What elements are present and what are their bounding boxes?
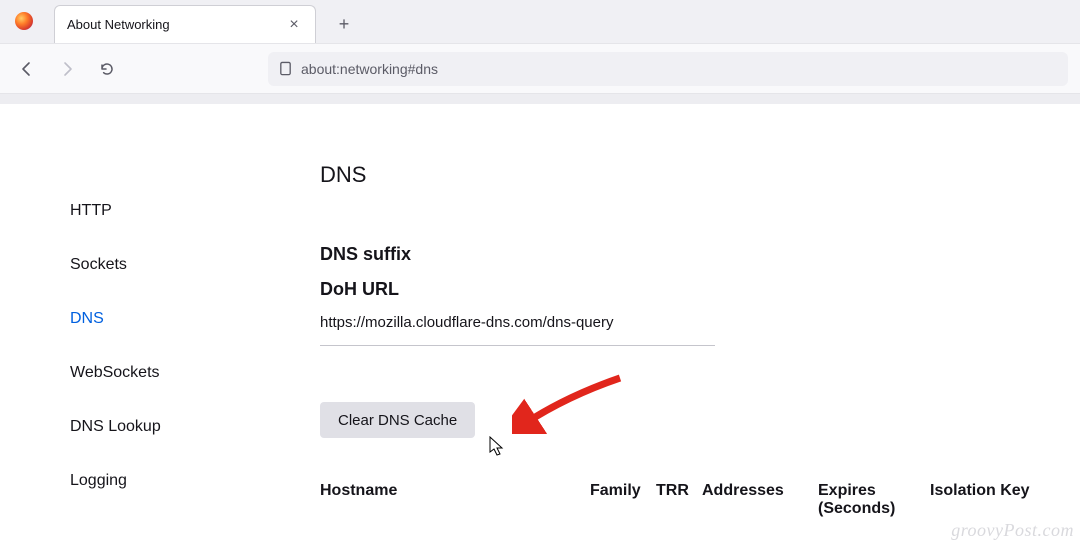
page-icon xyxy=(278,61,293,76)
url-text: about:networking#dns xyxy=(301,61,438,77)
tab-title: About Networking xyxy=(67,17,285,32)
main-panel: DNS DNS suffix DoH URL https://mozilla.c… xyxy=(280,104,1080,544)
doh-url-label: DoH URL xyxy=(320,279,1060,300)
table-header: Hostname Family TRR Addresses Expires (S… xyxy=(320,482,1060,518)
close-tab-icon[interactable]: × xyxy=(285,16,303,34)
back-button[interactable] xyxy=(10,52,44,86)
dns-suffix-label: DNS suffix xyxy=(320,244,1060,265)
col-isolation: Isolation Key xyxy=(930,482,1060,518)
browser-tab[interactable]: About Networking × xyxy=(54,5,316,43)
col-hostname: Hostname xyxy=(320,482,590,518)
content-area: HTTP Sockets DNS WebSockets DNS Lookup L… xyxy=(0,94,1080,544)
col-addresses: Addresses xyxy=(702,482,818,518)
url-bar[interactable]: about:networking#dns xyxy=(268,52,1068,86)
sidebar-item-dns[interactable]: DNS xyxy=(70,292,280,346)
clear-dns-cache-button[interactable]: Clear DNS Cache xyxy=(320,402,475,438)
col-expires: Expires (Seconds) xyxy=(818,482,930,518)
sidebar-item-dns-lookup[interactable]: DNS Lookup xyxy=(70,400,280,454)
sidebar-item-sockets[interactable]: Sockets xyxy=(70,238,280,292)
sidebar-item-logging[interactable]: Logging xyxy=(70,454,280,508)
new-tab-button[interactable]: + xyxy=(328,8,360,40)
forward-button[interactable] xyxy=(50,52,84,86)
page-title: DNS xyxy=(320,162,1060,188)
watermark: groovyPost.com xyxy=(951,520,1074,541)
doh-url-value: https://mozilla.cloudflare-dns.com/dns-q… xyxy=(320,314,715,346)
firefox-icon xyxy=(0,0,48,43)
sidebar-item-websockets[interactable]: WebSockets xyxy=(70,346,280,400)
sidebar: HTTP Sockets DNS WebSockets DNS Lookup L… xyxy=(0,104,280,544)
sidebar-item-http[interactable]: HTTP xyxy=(70,184,280,238)
toolbar: about:networking#dns xyxy=(0,44,1080,94)
col-trr: TRR xyxy=(656,482,702,518)
col-family: Family xyxy=(590,482,656,518)
reload-button[interactable] xyxy=(90,52,124,86)
titlebar: About Networking × + xyxy=(0,0,1080,44)
